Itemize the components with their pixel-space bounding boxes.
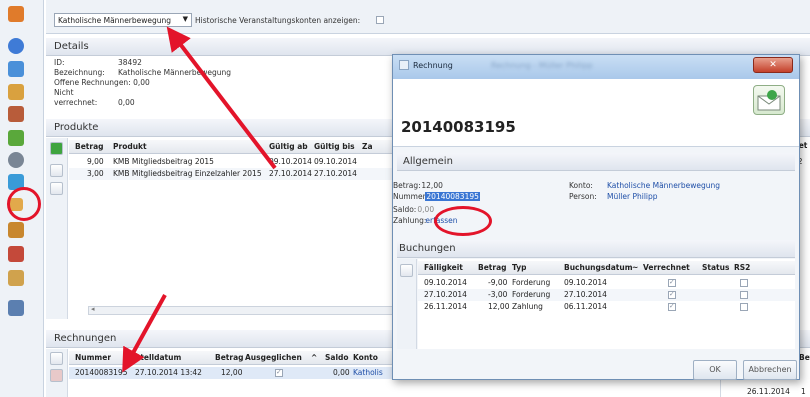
- annotation-arrows: [122, 26, 277, 373]
- arrow-to-invoice-number: [122, 294, 167, 373]
- arrow-to-account-select: [166, 26, 277, 170]
